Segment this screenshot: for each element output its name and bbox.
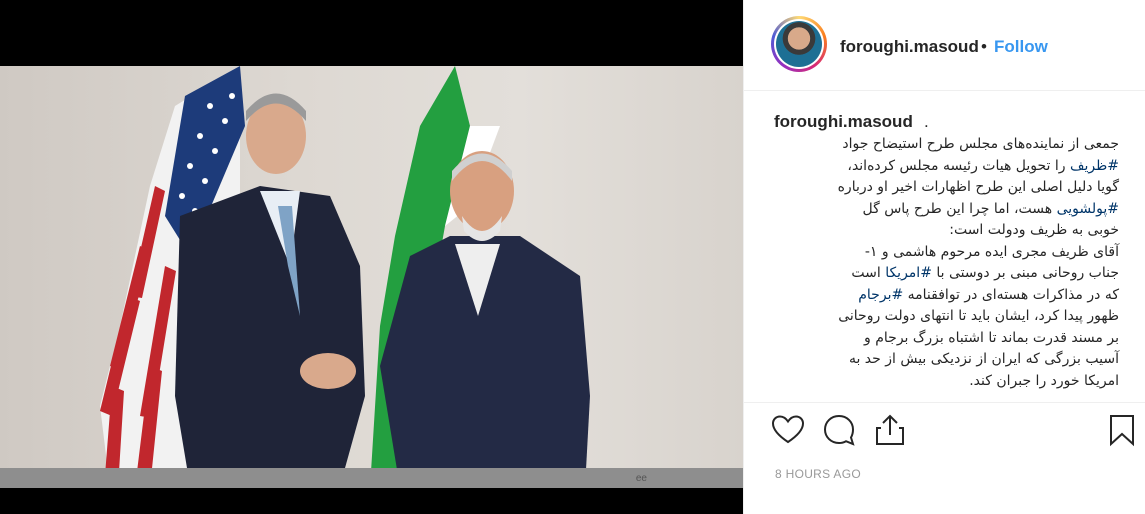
action-bar xyxy=(744,402,1145,461)
caption-line: ظهور پیدا کرد، ایشان باید تا انتهای دولت… xyxy=(838,308,1119,324)
caption-line: جناب روحانی مبنی بر دوستی با #امریکا است xyxy=(851,265,1119,281)
caption-trailing: . xyxy=(924,112,929,131)
caption-line: امریکا خورد را جبران کند. xyxy=(969,372,1119,389)
hashtag-link[interactable]: #ظریف xyxy=(1070,158,1119,174)
follow-button[interactable]: Follow xyxy=(994,37,1048,57)
avatar-image xyxy=(776,21,822,67)
caption-line: بر مسند قدرت بماند تا اشتباه بزرگ برجام … xyxy=(864,329,1119,346)
avatar[interactable] xyxy=(771,16,827,72)
hashtag-link[interactable]: #برجام xyxy=(858,287,903,303)
header-username[interactable]: foroughi.masoud xyxy=(840,37,979,57)
caption-line: خوبی به ظریف ودولت است: xyxy=(949,222,1119,238)
heart-icon[interactable] xyxy=(771,413,805,447)
hashtag-link[interactable]: #امریکا xyxy=(885,265,932,281)
post-sidebar: foroughi.masoud • Follow foroughi.masoud… xyxy=(743,0,1145,514)
caption-line: آقای ظریف مجری ایده مرحوم هاشمی و ۱- xyxy=(864,243,1119,260)
caption-line: جمعی از نماینده‌های مجلس طرح استیضاح جوا… xyxy=(842,136,1119,152)
caption-line: #پولشویی هست، اما چرا این طرح پاس گل xyxy=(862,200,1119,217)
share-icon[interactable] xyxy=(873,413,907,447)
photo-illustration xyxy=(100,66,590,488)
caption-line: که در مذاکرات هسته‌ای در توافقنامه #برجا… xyxy=(858,286,1119,303)
photo-watermark: ee xyxy=(635,473,647,484)
post-photo: ee xyxy=(0,66,743,488)
handshake xyxy=(300,353,356,389)
post-timestamp: 8 HOURS AGO xyxy=(775,467,861,481)
caption-text: جمعی از نماینده‌های مجلس طرح استیضاح جوا… xyxy=(764,134,1119,392)
caption-line: آسیب بزرگی که ایران از نزدیکی بیش از حد … xyxy=(848,351,1119,367)
photo-floor xyxy=(0,468,743,488)
caption-line: گویا دلیل اصلی این طرح اظهارات اخیر او د… xyxy=(837,179,1119,195)
bookmark-icon[interactable] xyxy=(1105,413,1139,447)
caption-line: #ظریف را تحویل هیات رئیسه مجلس کرده‌اند، xyxy=(847,157,1119,174)
hashtag-link[interactable]: #پولشویی xyxy=(1057,201,1119,217)
header-separator: • xyxy=(981,37,987,56)
post-header: foroughi.masoud • Follow xyxy=(744,0,1145,91)
post-image-panel[interactable]: ee xyxy=(0,0,743,514)
comment-icon[interactable] xyxy=(822,413,856,447)
caption-area: foroughi.masoud . جمعی از نماینده‌های مج… xyxy=(744,90,1145,402)
caption-username[interactable]: foroughi.masoud xyxy=(774,112,913,132)
